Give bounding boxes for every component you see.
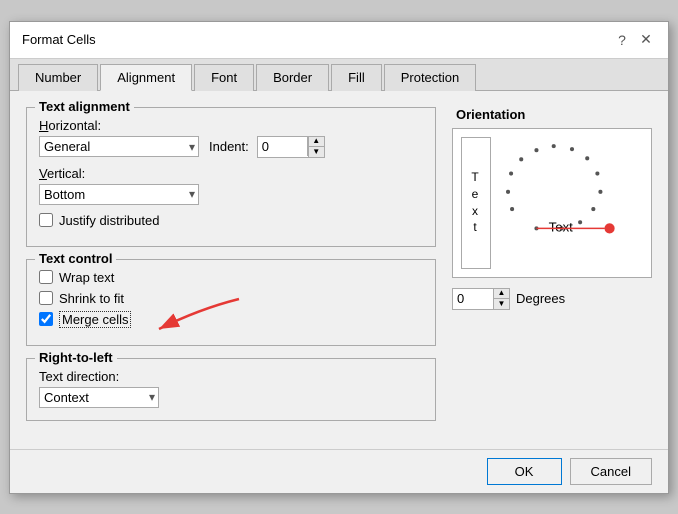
text-direction-select[interactable]: Context Left-to-Right Right-to-Left <box>39 387 159 408</box>
shrink-to-fit-checkbox[interactable] <box>39 291 53 305</box>
orientation-dial: Text <box>501 137 643 269</box>
indent-spinner: ▲ ▼ <box>257 136 325 158</box>
justify-distributed-row: Justify distributed <box>39 213 423 228</box>
text-control-label: Text control <box>35 251 116 266</box>
horizontal-select-wrapper: General Left Center Right Fill Justify C… <box>39 136 199 157</box>
degrees-spinner-buttons: ▲ ▼ <box>493 289 509 309</box>
vertical-select-wrapper: Top Center Bottom Justify Distributed <box>39 184 199 205</box>
degrees-row: ▲ ▼ Degrees <box>452 288 652 310</box>
indent-input[interactable] <box>258 137 308 156</box>
tab-font[interactable]: Font <box>194 64 254 91</box>
tab-number[interactable]: Number <box>18 64 98 91</box>
text-alignment-section: Text alignment Horizontal: General Left … <box>26 107 436 247</box>
tab-fill[interactable]: Fill <box>331 64 382 91</box>
indent-label: Indent: <box>209 139 249 154</box>
dialog-content: Text alignment Horizontal: General Left … <box>10 91 668 449</box>
tab-bar: Number Alignment Font Border Fill Protec… <box>10 59 668 91</box>
indent-spinner-buttons: ▲ ▼ <box>308 137 324 157</box>
horizontal-label: Horizontal: <box>39 118 423 133</box>
close-button[interactable]: ✕ <box>636 30 656 50</box>
indent-up-button[interactable]: ▲ <box>308 137 324 147</box>
text-alignment-label: Text alignment <box>35 99 134 114</box>
orientation-title: Orientation <box>452 107 652 122</box>
degrees-up-button[interactable]: ▲ <box>493 289 509 299</box>
vertical-select[interactable]: Top Center Bottom Justify Distributed <box>39 184 199 205</box>
left-panel: Text alignment Horizontal: General Left … <box>26 107 436 433</box>
tab-protection[interactable]: Protection <box>384 64 477 91</box>
text-direction-label: Text direction: <box>39 369 423 384</box>
indent-down-button[interactable]: ▼ <box>308 147 324 157</box>
degrees-input-wrapper: ▲ ▼ <box>452 288 510 310</box>
tab-border[interactable]: Border <box>256 64 329 91</box>
wrap-text-checkbox[interactable] <box>39 270 53 284</box>
right-to-left-label: Right-to-left <box>35 350 117 365</box>
shrink-to-fit-row: Shrink to fit <box>39 291 423 306</box>
vertical-label: Vertical: <box>39 166 423 181</box>
merge-cells-row: Merge cells <box>39 312 423 327</box>
merge-cells-label[interactable]: Merge cells <box>59 312 131 327</box>
dialog-footer: OK Cancel <box>10 449 668 493</box>
help-button[interactable]: ? <box>612 30 632 50</box>
degrees-input[interactable] <box>453 289 493 308</box>
wrap-text-label[interactable]: Wrap text <box>59 270 114 285</box>
svg-text:Text: Text <box>549 219 574 234</box>
wrap-text-row: Wrap text <box>39 270 423 285</box>
title-bar-buttons: ? ✕ <box>612 30 656 50</box>
horizontal-row: General Left Center Right Fill Justify C… <box>39 136 423 158</box>
degrees-label: Degrees <box>516 291 565 306</box>
horizontal-select[interactable]: General Left Center Right Fill Justify C… <box>39 136 199 157</box>
dial-area: Text <box>501 137 643 269</box>
indent-input-wrapper: ▲ ▼ <box>257 136 325 158</box>
vertical-row: Top Center Bottom Justify Distributed <box>39 184 423 205</box>
merge-cells-checkbox[interactable] <box>39 312 53 326</box>
shrink-to-fit-label[interactable]: Shrink to fit <box>59 291 124 306</box>
format-cells-dialog: Format Cells ? ✕ Number Alignment Font B… <box>9 21 669 494</box>
justify-distributed-label[interactable]: Justify distributed <box>59 213 159 228</box>
indent-row: Indent: ▲ ▼ <box>209 136 325 158</box>
degrees-down-button[interactable]: ▼ <box>493 299 509 309</box>
text-control-section: Text control Wrap text Shrink to fit Mer… <box>26 259 436 346</box>
orientation-box: T e x t <box>452 128 652 278</box>
justify-distributed-checkbox[interactable] <box>39 213 53 227</box>
ok-button[interactable]: OK <box>487 458 562 485</box>
title-bar: Format Cells ? ✕ <box>10 22 668 59</box>
text-direction-select-wrapper: Context Left-to-Right Right-to-Left <box>39 387 159 408</box>
dialog-title: Format Cells <box>22 32 96 47</box>
right-panel: Orientation T e x t <box>452 107 652 433</box>
cancel-button[interactable]: Cancel <box>570 458 652 485</box>
tab-alignment[interactable]: Alignment <box>100 64 192 91</box>
right-to-left-section: Right-to-left Text direction: Context Le… <box>26 358 436 421</box>
text-vertical: T e x t <box>461 137 491 269</box>
